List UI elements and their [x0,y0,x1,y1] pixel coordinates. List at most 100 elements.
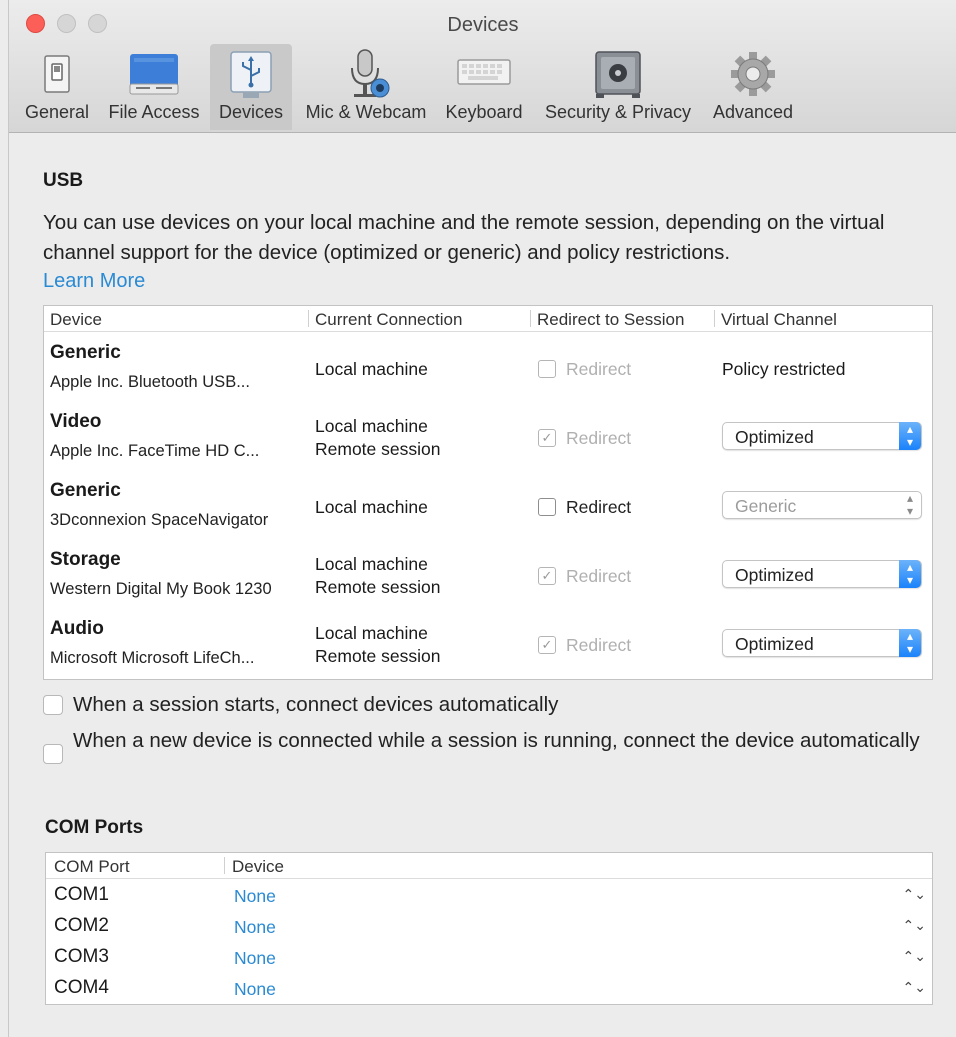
redirect-checkbox: ✓ [538,567,556,585]
com-device-value[interactable]: None [234,886,276,907]
table-row[interactable]: COM1 None ⌃⌄ [46,881,932,912]
device-type: Generic [50,342,121,363]
toolbar: Devices General File Access Devices Mic … [9,0,956,133]
device-name: Apple Inc. Bluetooth USB... [50,373,250,391]
safe-icon [595,51,641,98]
table-header: COM Port Device [46,853,932,879]
microphone-webcam-icon [351,49,390,98]
tab-label: Advanced [712,102,794,122]
auto-connect-on-start-label[interactable]: When a session starts, connect devices a… [73,690,953,720]
redirect-label: Redirect [566,359,632,379]
table-row[interactable]: Generic 3Dconnexion SpaceNavigator Local… [44,474,932,543]
connection-status: Remote session [315,577,441,597]
column-divider [224,857,225,874]
tab-devices[interactable]: Devices [210,44,292,130]
switch-icon [44,55,70,93]
hard-drive-icon [129,54,179,95]
virtual-channel-select[interactable]: Optimized ▴ ▾ [722,629,922,657]
select-value: Optimized [735,565,814,585]
usb-heading: USB [43,170,84,191]
chevron-updown-icon[interactable]: ⌃⌄ [903,886,926,903]
connection-status: Local machine [315,416,428,436]
virtual-channel-select[interactable]: Optimized ▴ ▾ [722,422,922,450]
table-row[interactable]: Audio Microsoft Microsoft LifeCh... Loca… [44,612,932,681]
table-row[interactable]: Video Apple Inc. FaceTime HD C... Local … [44,405,932,474]
device-name: Microsoft Microsoft LifeCh... [50,649,255,667]
chevron-updown-icon: ▴ ▾ [899,629,921,657]
table-row[interactable]: COM4 None ⌃⌄ [46,974,932,1005]
column-divider [714,310,715,327]
chevron-updown-icon: ▴ ▾ [899,422,921,450]
tab-mic-webcam[interactable]: Mic & Webcam [297,44,435,130]
usb-icon [230,51,272,98]
com-ports-table: COM Port Device COM1 None ⌃⌄ COM2 None ⌃… [45,852,933,1005]
connection-status: Local machine [315,359,428,379]
tab-label: General [24,102,90,122]
tab-label: Security & Privacy [544,102,692,122]
connection-status: Remote session [315,646,441,666]
column-header-com-port[interactable]: COM Port [54,857,130,877]
select-value: Generic [735,496,797,516]
learn-more-link[interactable]: Learn More [43,270,145,293]
com-port-name: COM3 [54,946,109,967]
column-header-current-connection[interactable]: Current Connection [315,310,462,330]
chevron-updown-icon[interactable]: ⌃⌄ [903,979,926,996]
redirect-label: Redirect [566,566,632,586]
redirect-checkbox[interactable] [538,498,556,516]
column-header-redirect[interactable]: Redirect to Session [537,310,684,330]
connection-status: Remote session [315,439,441,459]
usb-description: You can use devices on your local machin… [43,211,885,264]
window-title: Devices [447,14,519,36]
tab-label: Devices [218,102,284,122]
preferences-window: Devices General File Access Devices Mic … [8,0,956,1037]
devices-pane: USB You can use devices on your local ma… [9,134,956,1037]
auto-connect-new-device-checkbox[interactable] [43,744,63,764]
device-name: 3Dconnexion SpaceNavigator [50,511,269,529]
gear-icon [731,52,775,96]
column-header-virtual-channel[interactable]: Virtual Channel [721,310,837,330]
virtual-channel-select[interactable]: Optimized ▴ ▾ [722,560,922,588]
redirect-label: Redirect [566,428,632,448]
com-device-value[interactable]: None [234,948,276,969]
tab-label: File Access [108,102,200,122]
column-divider [530,310,531,327]
tab-file-access[interactable]: File Access [101,44,207,130]
column-header-device[interactable]: Device [50,310,102,330]
device-name: Apple Inc. FaceTime HD C... [50,442,260,460]
auto-connect-on-start-checkbox[interactable] [43,695,63,715]
tab-security-privacy[interactable]: Security & Privacy [534,44,702,130]
com-device-value[interactable]: None [234,979,276,1000]
select-value: Optimized [735,634,814,654]
table-row[interactable]: Generic Apple Inc. Bluetooth USB... Loca… [44,336,932,405]
tab-label: Mic & Webcam [305,102,427,122]
device-type: Generic [50,480,121,501]
auto-connect-new-device-label[interactable]: When a new device is connected while a s… [73,726,953,756]
chevron-updown-icon[interactable]: ⌃⌄ [903,917,926,934]
com-device-value[interactable]: None [234,917,276,938]
virtual-channel-select: Generic ▴ ▾ [722,491,922,519]
chevron-updown-icon: ▴ ▾ [906,491,914,518]
table-row[interactable]: COM3 None ⌃⌄ [46,943,932,974]
redirect-checkbox [538,360,556,378]
chevron-updown-icon: ▴ ▾ [899,560,921,588]
chevron-updown-icon[interactable]: ⌃⌄ [903,948,926,965]
select-value: Optimized [735,427,814,447]
device-type: Video [50,411,102,432]
redirect-label[interactable]: Redirect [566,497,631,518]
table-row[interactable]: COM2 None ⌃⌄ [46,912,932,943]
tab-general[interactable]: General [21,44,93,130]
table-row[interactable]: Storage Western Digital My Book 1230 Loc… [44,543,932,612]
tab-label: Keyboard [445,102,523,122]
virtual-channel-status: Policy restricted [722,359,846,379]
com-port-name: COM4 [54,977,109,998]
connection-status: Local machine [315,623,428,643]
redirect-label: Redirect [566,635,632,655]
column-divider [308,310,309,327]
table-header: Device Current Connection Redirect to Se… [44,306,932,332]
tab-advanced[interactable]: Advanced [706,44,800,130]
column-header-device[interactable]: Device [232,857,284,877]
connection-status: Local machine [315,554,428,574]
usb-devices-table: Device Current Connection Redirect to Se… [43,305,933,680]
device-name: Western Digital My Book 1230 [50,580,272,598]
tab-keyboard[interactable]: Keyboard [439,44,529,130]
